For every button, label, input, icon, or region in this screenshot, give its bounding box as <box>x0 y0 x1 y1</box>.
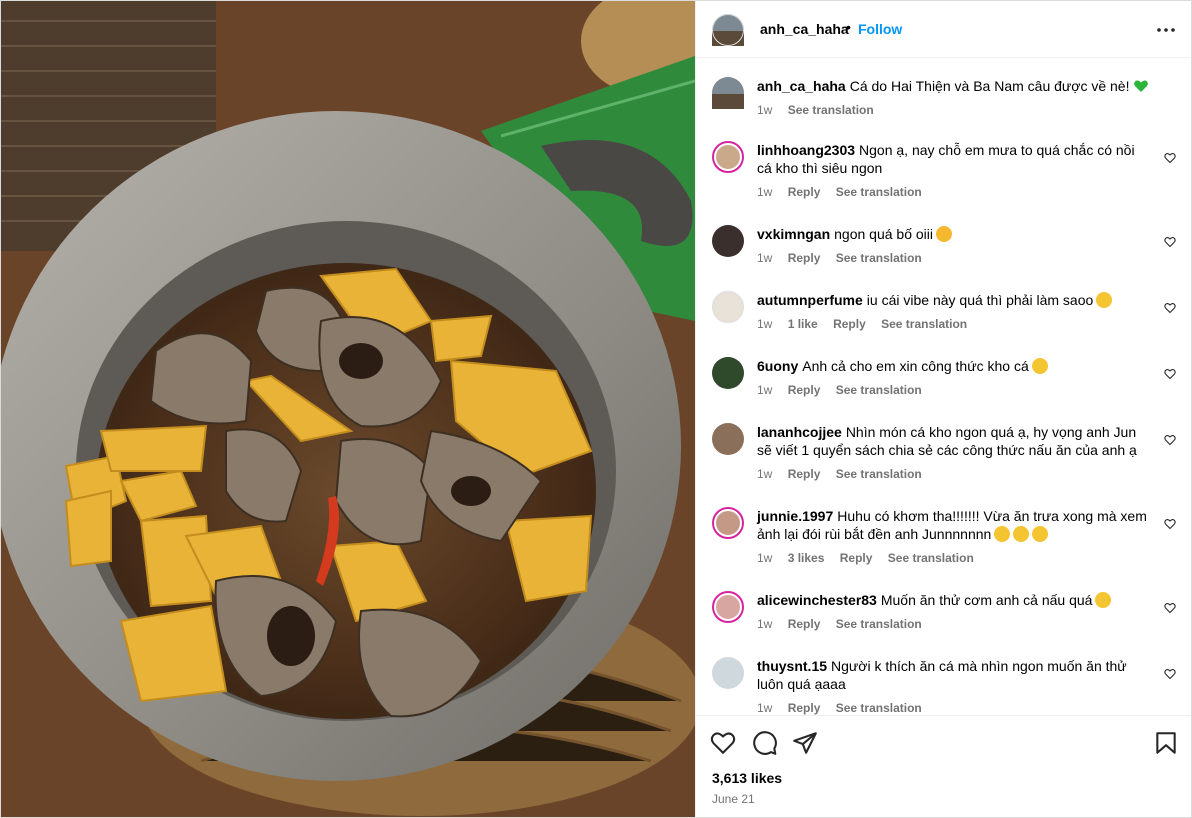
food-photo-illustration <box>1 1 695 817</box>
like-heart-icon[interactable] <box>710 730 736 756</box>
comment-like-heart-icon[interactable] <box>1164 367 1176 380</box>
comments-list[interactable]: anh_ca_haha Cá do Hai Thiện và Ba Nam câu… <box>696 59 1191 715</box>
comment-time: 1w <box>757 551 773 565</box>
post-photo <box>1 1 695 817</box>
caption-username[interactable]: anh_ca_haha <box>757 78 846 94</box>
reply-button[interactable]: Reply <box>788 617 821 631</box>
post-dialog: anh_ca_haha • Follow anh_ca_haha Cá do H… <box>0 0 1192 818</box>
post-date[interactable]: June 21 <box>712 792 755 806</box>
caption-text: Cá do Hai Thiện và Ba Nam câu được về nè… <box>849 78 1130 94</box>
comment-time: 1w <box>757 185 773 199</box>
comment-time: 1w <box>757 383 773 397</box>
comment-username[interactable]: alicewinchester83 <box>757 592 877 608</box>
caption-see-translation[interactable]: See translation <box>788 103 874 117</box>
comment-likes-count[interactable]: 1 like <box>788 317 818 331</box>
commenter-avatar[interactable] <box>712 507 744 539</box>
commenter-avatar[interactable] <box>712 423 744 455</box>
post-header: anh_ca_haha • Follow <box>696 1 1191 58</box>
comment-like-heart-icon[interactable] <box>1164 301 1176 314</box>
comment-username[interactable]: lananhcojjee <box>757 424 842 440</box>
comment-time: 1w <box>757 467 773 481</box>
comment-username[interactable]: junnie.1997 <box>757 508 833 524</box>
reply-button[interactable]: Reply <box>788 251 821 265</box>
comment-username[interactable]: thuysnt.15 <box>757 658 827 674</box>
share-icon[interactable] <box>792 730 818 756</box>
loudly-crying-emoji-icon <box>994 526 1011 542</box>
comment-time: 1w <box>757 617 773 631</box>
hushed-face-emoji-icon <box>1031 358 1048 374</box>
caption-time: 1w <box>757 103 773 117</box>
comment-like-heart-icon[interactable] <box>1164 667 1176 680</box>
reply-button[interactable]: Reply <box>788 185 821 199</box>
reply-button[interactable]: Reply <box>788 467 821 481</box>
more-options-icon[interactable] <box>1155 19 1177 41</box>
comment-time: 1w <box>757 251 773 265</box>
see-translation-button[interactable]: See translation <box>836 383 922 397</box>
see-translation-button[interactable]: See translation <box>836 251 922 265</box>
comment-text: iu cái vibe này quá thì phải làm saoo <box>866 292 1094 308</box>
likes-count[interactable]: 3,613 likes <box>712 770 782 786</box>
commenter-avatar[interactable] <box>712 291 744 323</box>
reply-button[interactable]: Reply <box>788 383 821 397</box>
tongue-face-emoji-icon <box>936 226 953 242</box>
comment-username[interactable]: autumnperfume <box>757 292 863 308</box>
comment-time: 1w <box>757 317 773 331</box>
comment-username[interactable]: vxkimngan <box>757 226 830 242</box>
reply-button[interactable]: Reply <box>840 551 873 565</box>
reply-button[interactable]: Reply <box>788 701 821 715</box>
comment-time: 1w <box>757 701 773 715</box>
comment-username[interactable]: linhhoang2303 <box>757 142 855 158</box>
rolling-laughing-emoji-icon <box>1095 592 1112 608</box>
comment-like-heart-icon[interactable] <box>1164 517 1176 530</box>
loudly-crying-emoji-icon <box>1032 526 1049 542</box>
comment-like-heart-icon[interactable] <box>1164 601 1176 614</box>
comment-username[interactable]: 6uony <box>757 358 798 374</box>
see-translation-button[interactable]: See translation <box>888 551 974 565</box>
commenter-avatar[interactable] <box>712 357 744 389</box>
see-translation-button[interactable]: See translation <box>836 185 922 199</box>
header-separator: • <box>846 19 851 35</box>
comment-icon[interactable] <box>752 730 778 756</box>
comment-like-heart-icon[interactable] <box>1164 151 1176 164</box>
author-avatar[interactable] <box>712 14 744 46</box>
comment-text: Anh cả cho em xin công thức kho cá <box>802 358 1029 374</box>
bookmark-icon[interactable] <box>1153 730 1179 756</box>
post-actions-bar: 3,613 likes June 21 <box>696 715 1191 817</box>
see-translation-button[interactable]: See translation <box>836 701 922 715</box>
follow-button[interactable]: Follow <box>858 21 902 37</box>
author-username[interactable]: anh_ca_haha <box>760 21 849 37</box>
see-translation-button[interactable]: See translation <box>881 317 967 331</box>
commenter-avatar[interactable] <box>712 591 744 623</box>
post-details-panel: anh_ca_haha • Follow anh_ca_haha Cá do H… <box>695 1 1191 817</box>
comment-text: ngon quá bố oiii <box>834 226 934 242</box>
commenter-avatar[interactable] <box>712 657 744 689</box>
see-translation-button[interactable]: See translation <box>836 617 922 631</box>
see-translation-button[interactable]: See translation <box>836 467 922 481</box>
comment-like-heart-icon[interactable] <box>1164 235 1176 248</box>
green-heart-icon <box>1133 78 1149 94</box>
grinning-sweat-emoji-icon <box>1096 292 1113 308</box>
commenter-avatar[interactable] <box>712 141 744 173</box>
commenter-avatar[interactable] <box>712 225 744 257</box>
reply-button[interactable]: Reply <box>833 317 866 331</box>
comment-like-heart-icon[interactable] <box>1164 433 1176 446</box>
caption-author-avatar[interactable] <box>712 77 744 109</box>
comment-text: Muốn ăn thử cơm anh cả nấu quá <box>880 592 1093 608</box>
loudly-crying-emoji-icon <box>1013 526 1030 542</box>
comment-likes-count[interactable]: 3 likes <box>788 551 825 565</box>
